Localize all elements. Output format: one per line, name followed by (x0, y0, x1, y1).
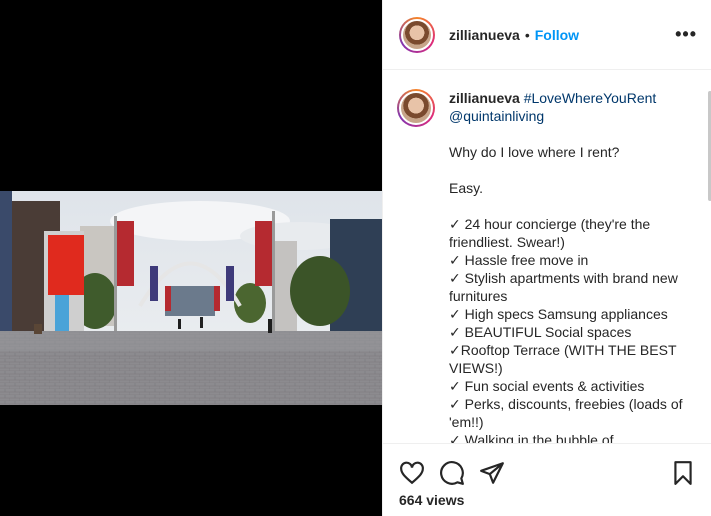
share-icon[interactable] (479, 460, 505, 486)
post-header: zillianueva • Follow ••• (383, 0, 711, 70)
caption-line: ✓ Fun social events & activities (449, 378, 645, 394)
caption-line: ✓ Hassle free move in (449, 252, 589, 268)
action-icons (383, 444, 711, 488)
video-frame (0, 191, 382, 405)
post-side-panel: zillianueva • Follow ••• zillianueva #Lo… (382, 0, 711, 516)
caption-line (449, 161, 689, 179)
caption-line: ✓ Perks, discounts, freebies (loads of '… (449, 396, 683, 430)
more-icon[interactable]: ••• (675, 24, 697, 45)
story-ring[interactable] (399, 16, 435, 53)
comments-section[interactable]: zillianueva #LoveWhereYouRent @quintainl… (383, 71, 711, 443)
view-count[interactable]: 664 views (383, 488, 711, 508)
caption-avatar[interactable] (399, 91, 433, 125)
caption-avatar-ring[interactable] (397, 89, 435, 127)
follow-button[interactable]: Follow (535, 27, 579, 43)
media-pane (0, 0, 382, 516)
caption-username[interactable]: zillianueva (449, 90, 520, 106)
comment-icon[interactable] (439, 460, 465, 486)
caption-row: zillianueva #LoveWhereYouRent @quintainl… (397, 89, 696, 443)
caption-line: ✓ BEAUTIFUL Social spaces (449, 324, 632, 340)
separator-dot: • (524, 26, 530, 43)
caption-line: Why do I love where I rent? (449, 144, 620, 160)
caption-line: ✓Rooftop Terrace (WITH THE BEST VIEWS!) (449, 342, 677, 376)
caption-line: ✓ 24 hour concierge (they're the friendl… (449, 216, 651, 250)
heart-icon[interactable] (399, 460, 425, 486)
header-username[interactable]: zillianueva (449, 27, 520, 43)
caption-text: zillianueva #LoveWhereYouRent @quintainl… (449, 89, 689, 443)
caption-line: ✓ Stylish apartments with brand new furn… (449, 270, 678, 304)
avatar[interactable] (401, 18, 433, 51)
hashtag-link[interactable]: #LoveWhereYouRent (524, 90, 657, 106)
actions-bar: 664 views (383, 443, 711, 516)
caption-line: ✓ High specs Samsung appliances (449, 306, 668, 322)
caption-line (449, 197, 689, 215)
caption-line: Easy. (449, 180, 483, 196)
caption-line: ✓ Walking in the bubble of (449, 432, 614, 443)
bookmark-icon[interactable] (670, 460, 696, 486)
mention-link[interactable]: @quintainliving (449, 107, 689, 125)
video-player[interactable] (0, 191, 382, 405)
